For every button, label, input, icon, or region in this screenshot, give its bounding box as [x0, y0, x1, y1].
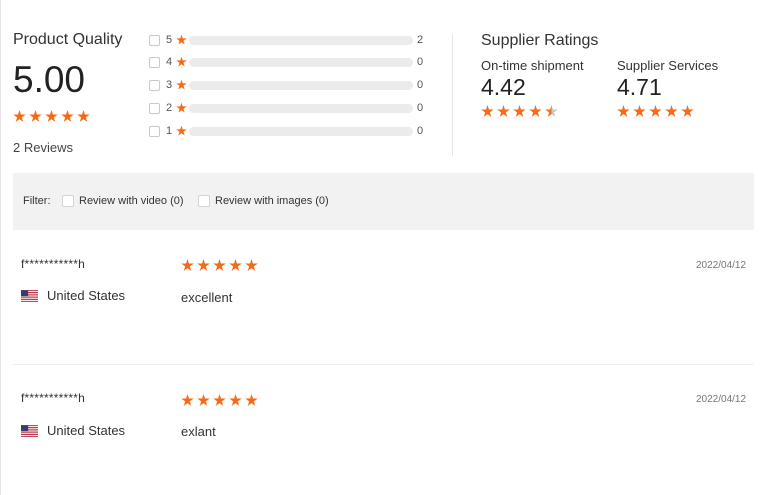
- half-star-icon: [545, 105, 558, 117]
- histogram-count: 0: [417, 125, 424, 137]
- review-date: 2022/04/12: [696, 260, 747, 271]
- star-icon: [29, 110, 42, 122]
- histogram-row[interactable]: 2 0: [149, 101, 423, 115]
- star-icon: [213, 394, 226, 406]
- star-icon: [229, 394, 242, 406]
- star-icon: [229, 259, 242, 271]
- filter-images-label: Review with images (0): [215, 195, 329, 207]
- reviews-count: 2 Reviews: [13, 140, 73, 155]
- supplier-rating-value: 4.42: [481, 74, 526, 100]
- us-flag-icon: [21, 289, 38, 302]
- star-icon: [197, 394, 210, 406]
- filter-video-option[interactable]: Review with video (0): [62, 195, 184, 207]
- star-icon: [176, 125, 187, 136]
- review-divider: [13, 364, 754, 365]
- star-icon: [665, 105, 678, 117]
- histogram-star-number: 4: [166, 56, 173, 68]
- star-icon: [529, 105, 542, 117]
- reviewer-country: United States: [21, 288, 125, 303]
- review-date: 2022/04/12: [696, 394, 747, 405]
- histogram-checkbox[interactable]: [149, 79, 160, 91]
- star-icon: [181, 394, 194, 406]
- reviewer-country: United States: [21, 423, 125, 438]
- star-icon: [176, 102, 187, 113]
- filter-images-option[interactable]: Review with images (0): [198, 195, 329, 207]
- reviewer-name: f***********h: [21, 391, 85, 405]
- star-icon: [497, 105, 510, 117]
- supplier-rating-stars: [617, 105, 694, 118]
- filter-video-checkbox[interactable]: [62, 195, 74, 207]
- histogram-checkbox[interactable]: [149, 56, 160, 68]
- histogram-checkbox[interactable]: [149, 34, 160, 46]
- histogram-row[interactable]: 4 0: [149, 55, 423, 69]
- filter-video-label: Review with video (0): [79, 195, 184, 207]
- star-icon: [176, 34, 187, 45]
- review-stars: [181, 259, 258, 272]
- histogram-bar: [189, 35, 413, 45]
- supplier-rating-label: Supplier Services: [617, 58, 719, 73]
- star-icon: [649, 105, 662, 117]
- star-icon: [617, 105, 630, 117]
- histogram-star-number: 3: [166, 79, 173, 91]
- star-icon: [197, 259, 210, 271]
- filter-label: Filter:: [23, 195, 51, 207]
- histogram-checkbox[interactable]: [149, 125, 160, 137]
- review-text: excellent: [181, 290, 233, 305]
- star-icon: [45, 110, 58, 122]
- star-icon: [681, 105, 694, 117]
- product-quality-stars: [13, 110, 90, 123]
- left-border: [0, 0, 1, 495]
- section-divider: [452, 34, 453, 156]
- histogram-row[interactable]: 5 2: [149, 33, 423, 47]
- histogram-bar: [189, 126, 413, 136]
- histogram-count: 0: [417, 56, 424, 68]
- product-quality-score: 5.00: [13, 59, 86, 100]
- country-name: United States: [47, 288, 126, 303]
- histogram-bar: [189, 80, 413, 90]
- histogram-bar: [189, 57, 413, 67]
- reviewer-name: f***********h: [21, 257, 85, 271]
- star-icon: [481, 105, 494, 117]
- histogram-checkbox[interactable]: [149, 102, 160, 114]
- supplier-rating-stars: [481, 105, 558, 118]
- histogram-bar: [189, 103, 413, 113]
- country-name: United States: [47, 423, 126, 438]
- product-quality-title: Product Quality: [13, 31, 123, 48]
- review-stars: [181, 394, 258, 407]
- star-icon: [513, 105, 526, 117]
- star-icon: [176, 79, 187, 90]
- us-flag-icon: [21, 424, 38, 437]
- star-icon: [245, 394, 258, 406]
- histogram-row[interactable]: 3 0: [149, 78, 423, 92]
- histogram-row[interactable]: 1 0: [149, 124, 423, 138]
- supplier-rating-value: 4.71: [617, 74, 662, 100]
- histogram-star-number: 2: [166, 102, 173, 114]
- star-icon: [77, 110, 90, 122]
- star-icon: [245, 259, 258, 271]
- star-icon: [176, 56, 187, 67]
- star-icon: [13, 110, 26, 122]
- star-icon: [633, 105, 646, 117]
- histogram-count: 0: [417, 79, 424, 91]
- filter-images-checkbox[interactable]: [198, 195, 210, 207]
- histogram-count: 2: [417, 34, 424, 46]
- review-text: exlant: [181, 424, 216, 439]
- star-icon: [213, 259, 226, 271]
- histogram-star-number: 5: [166, 34, 173, 46]
- supplier-ratings-title: Supplier Ratings: [481, 32, 599, 49]
- supplier-rating-label: On-time shipment: [481, 58, 584, 73]
- star-icon: [61, 110, 74, 122]
- histogram-star-number: 1: [166, 125, 173, 137]
- histogram-count: 0: [417, 102, 424, 114]
- star-icon: [181, 259, 194, 271]
- filter-bar: Filter: Review with video (0) Review wit…: [13, 173, 754, 230]
